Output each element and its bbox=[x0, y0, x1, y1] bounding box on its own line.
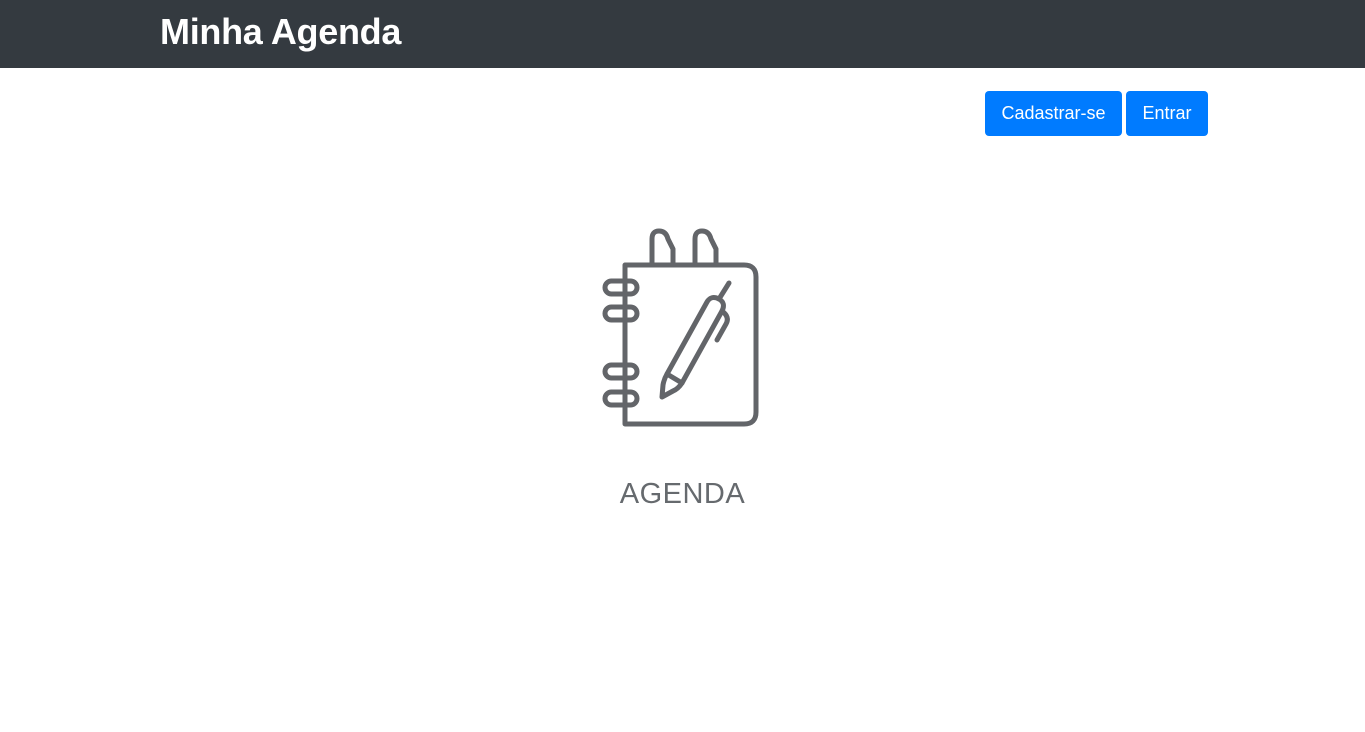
signup-button[interactable]: Cadastrar-se bbox=[985, 91, 1122, 136]
hero: AGENDA bbox=[0, 225, 1365, 510]
notebook-pen-icon bbox=[602, 228, 758, 427]
hero-label: AGENDA bbox=[619, 478, 746, 510]
login-button[interactable]: Entrar bbox=[1126, 91, 1208, 136]
navbar: Minha Agenda bbox=[0, 0, 1365, 68]
auth-actions: Cadastrar-se Entrar bbox=[985, 91, 1208, 136]
app-title[interactable]: Minha Agenda bbox=[160, 10, 401, 54]
